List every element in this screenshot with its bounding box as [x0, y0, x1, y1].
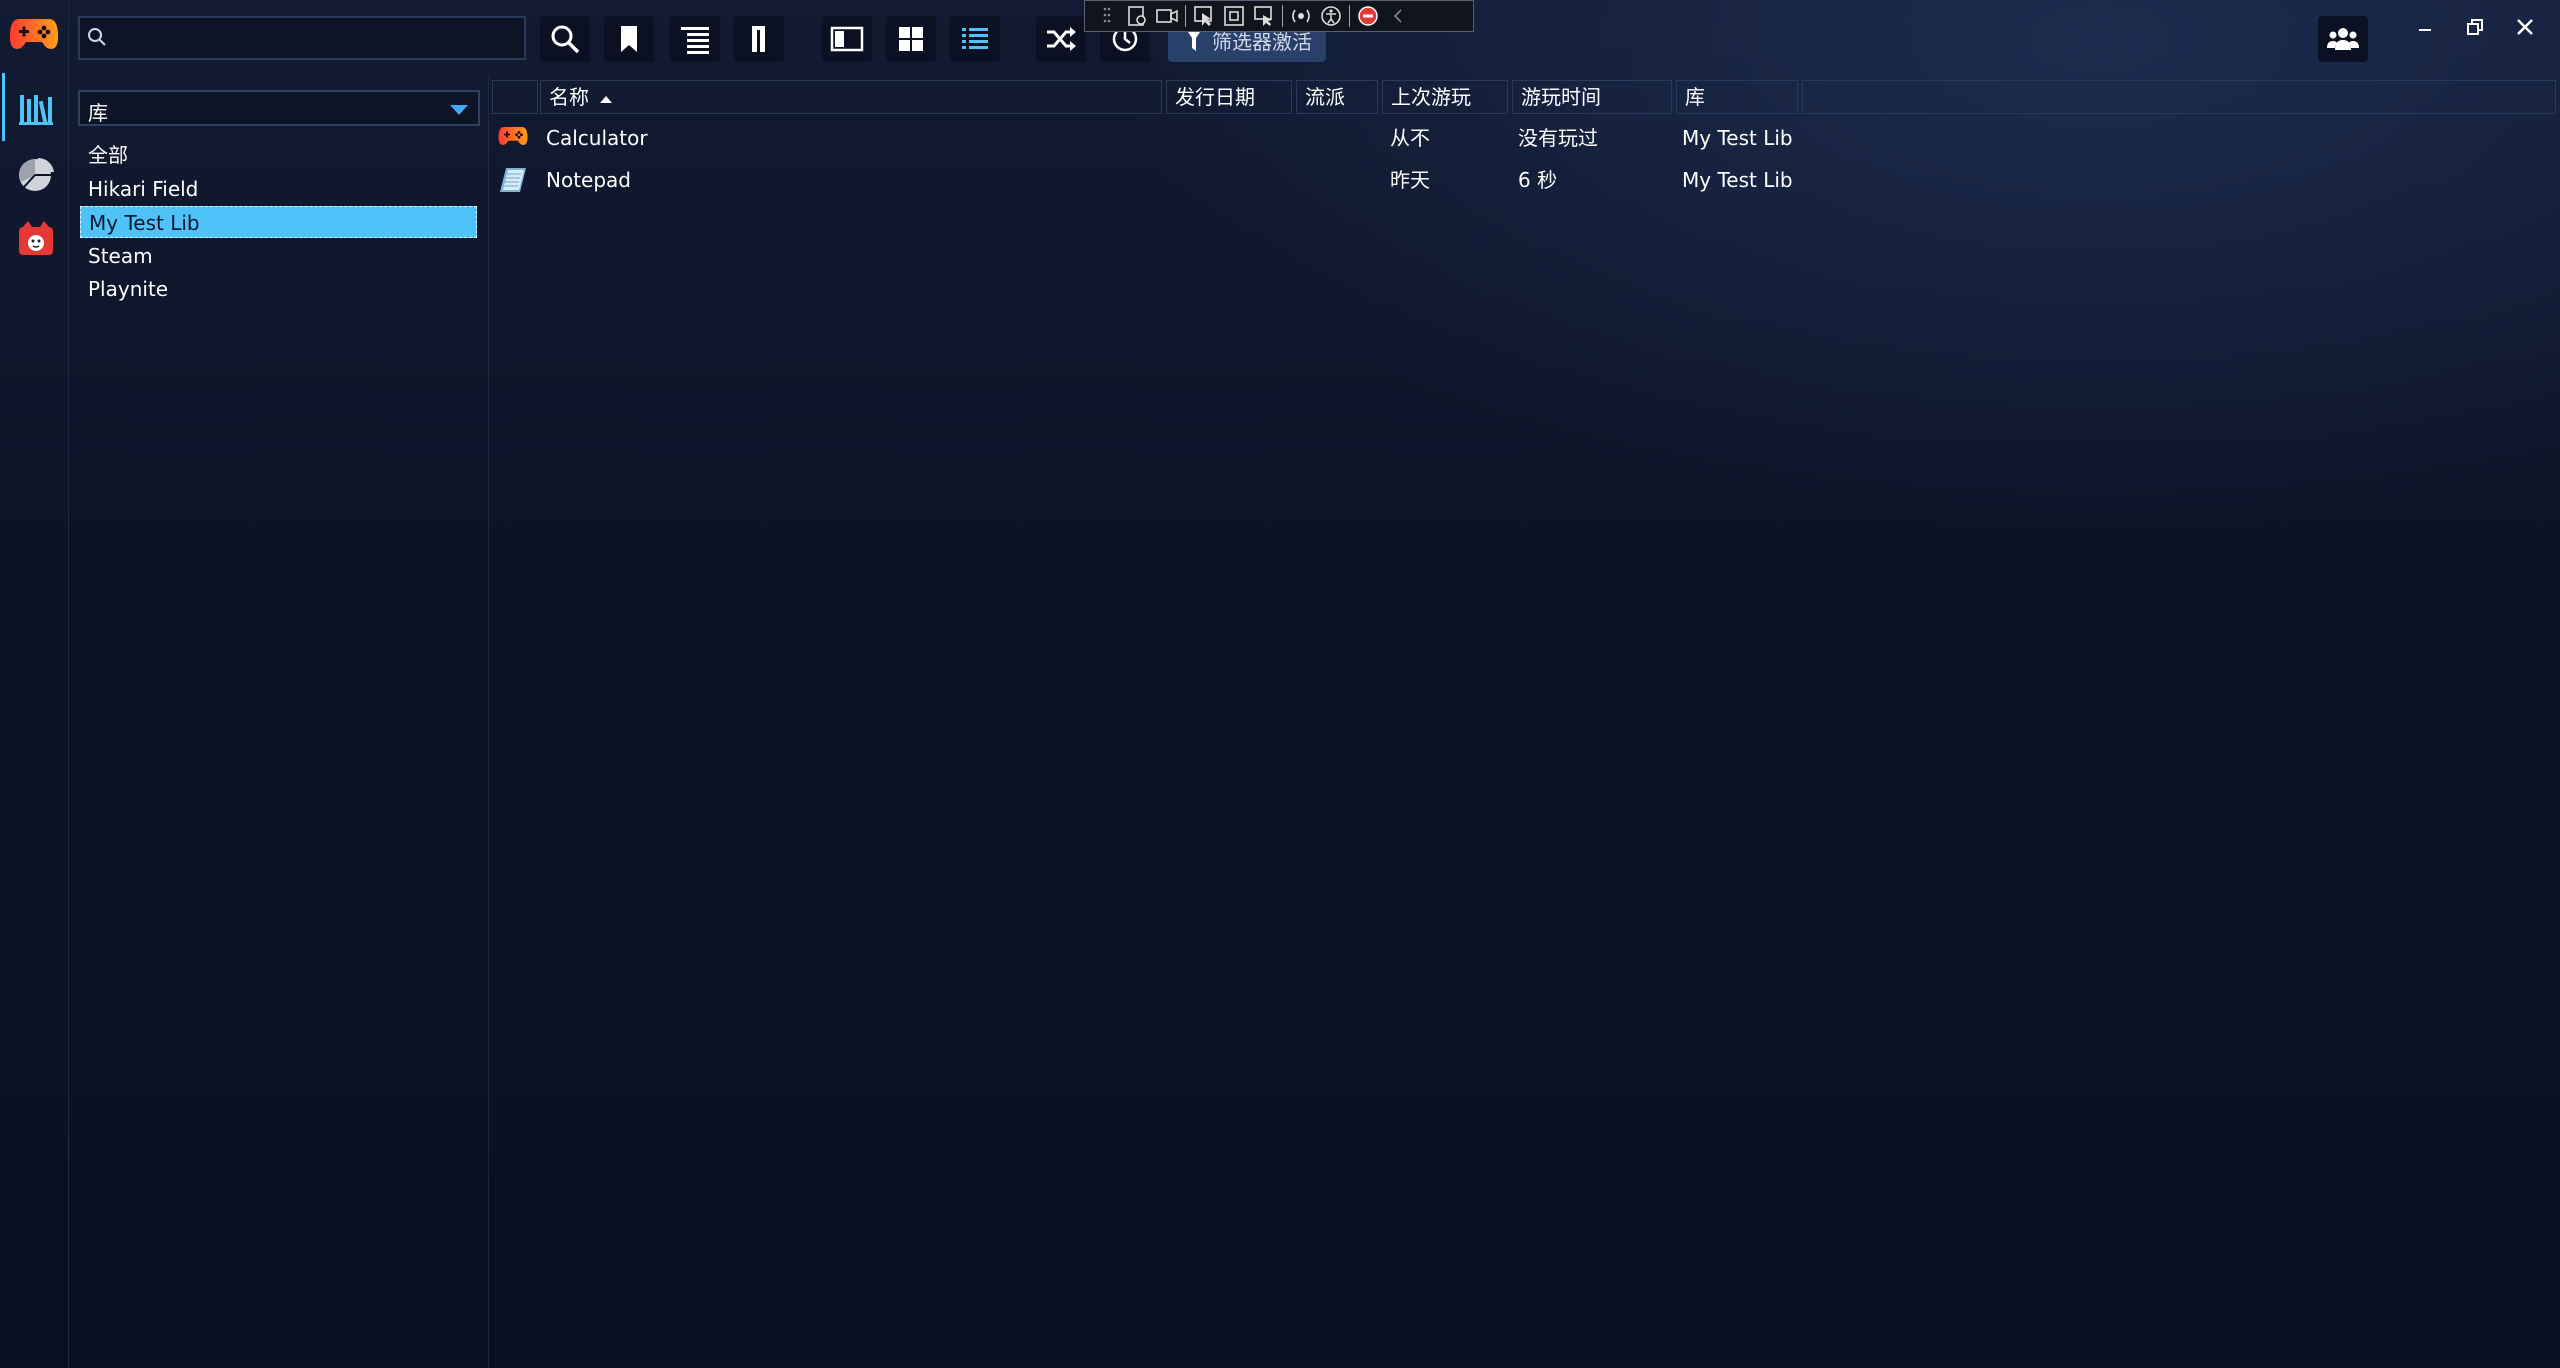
cell-last-played: 从不 [1390, 126, 1430, 150]
record-video-icon[interactable] [1155, 4, 1179, 28]
header-name-label: 名称 [549, 85, 589, 109]
cell-last-played: 昨天 [1390, 168, 1430, 192]
library-item-label: Hikari Field [88, 177, 199, 201]
grid-view-button[interactable] [886, 16, 936, 62]
cell-playtime: 6 秒 [1518, 168, 1558, 192]
library-icon[interactable] [6, 78, 66, 138]
bounds-icon[interactable] [1222, 4, 1246, 28]
user-menu-button[interactable] [2318, 16, 2368, 62]
header-library[interactable]: 库 [1676, 80, 1798, 114]
tree-list-icon [681, 27, 709, 54]
gamepad-logo-icon[interactable] [4, 4, 64, 64]
shuffle-icon [1047, 27, 1076, 51]
overlay-toolbar [1084, 0, 1474, 32]
library-item[interactable]: Hikari Field [80, 173, 477, 205]
stats-pie-icon[interactable] [6, 144, 66, 204]
close-button[interactable] [2502, 10, 2548, 44]
table-row[interactable] [492, 160, 1792, 200]
header-playtime-label: 游玩时间 [1521, 85, 1601, 109]
library-item[interactable]: 全部 [80, 139, 477, 171]
cell-name: Calculator [546, 126, 648, 150]
cell-library: My Test Lib [1682, 168, 1793, 192]
separator [1349, 5, 1350, 27]
header-genre-label: 流派 [1305, 85, 1345, 109]
search-input[interactable] [116, 22, 520, 56]
cat-face-icon[interactable] [6, 210, 66, 270]
separator [1185, 5, 1186, 27]
bookmark-button[interactable] [604, 16, 654, 62]
rail-active-indicator [2, 73, 5, 141]
sidebar-toggle-icon [752, 26, 765, 52]
library-filter-value: 库 [88, 101, 108, 125]
library-item-selected[interactable]: My Test Lib [80, 206, 477, 238]
live-icon[interactable] [1289, 4, 1313, 28]
accessibility-icon[interactable] [1319, 4, 1343, 28]
library-filter-select[interactable]: 库 [78, 90, 480, 126]
separator [1282, 5, 1283, 27]
header-genre[interactable]: 流派 [1296, 80, 1378, 114]
list-view-button[interactable] [950, 16, 1000, 62]
grid-view-icon [899, 27, 923, 51]
header-playtime[interactable]: 游玩时间 [1512, 80, 1672, 114]
search-icon [551, 25, 580, 54]
random-game-button[interactable] [1036, 16, 1086, 62]
grip-icon[interactable] [1095, 4, 1119, 28]
notepad-icon [500, 168, 526, 192]
tree-list-button[interactable] [670, 16, 720, 62]
restore-button[interactable] [2452, 10, 2498, 44]
search-box[interactable] [78, 16, 526, 60]
bookmark-icon [621, 26, 637, 52]
panel-toggle-icon [830, 26, 864, 52]
left-rail [0, 0, 69, 1368]
header-release-date[interactable]: 发行日期 [1166, 80, 1292, 114]
stop-icon[interactable] [1356, 4, 1380, 28]
header-last-played-label: 上次游玩 [1391, 85, 1471, 109]
header-filler [1802, 80, 2556, 114]
library-item[interactable]: Steam [80, 240, 477, 272]
chevron-down-icon [450, 105, 468, 115]
list-view-icon [962, 28, 988, 49]
library-item[interactable]: Playnite [80, 273, 477, 305]
header-icon-column[interactable] [492, 80, 538, 114]
search-button[interactable] [540, 16, 590, 62]
select-element-icon[interactable] [1192, 4, 1216, 28]
collapse-chevron-icon[interactable] [1386, 4, 1410, 28]
details-panel-button[interactable] [822, 16, 872, 62]
settings-page-icon[interactable] [1125, 4, 1149, 28]
cell-name: Notepad [546, 168, 631, 192]
library-item-label: 全部 [88, 143, 128, 167]
inspect-icon[interactable] [1252, 4, 1276, 28]
header-last-played[interactable]: 上次游玩 [1382, 80, 1508, 114]
cell-library: My Test Lib [1682, 126, 1793, 150]
library-item-label: My Test Lib [89, 211, 200, 235]
gamepad-icon [498, 127, 528, 145]
users-icon [2327, 28, 2359, 50]
search-small-icon [88, 28, 106, 46]
header-release-date-label: 发行日期 [1175, 85, 1255, 109]
minimize-button[interactable] [2402, 10, 2448, 44]
explorer-toggle-button[interactable] [734, 16, 784, 62]
header-name[interactable]: 名称 [540, 80, 1162, 114]
header-library-label: 库 [1685, 85, 1705, 109]
library-item-label: Steam [88, 244, 153, 268]
library-item-label: Playnite [88, 277, 169, 301]
cell-playtime: 没有玩过 [1518, 126, 1598, 150]
sort-ascending-icon [600, 95, 613, 103]
